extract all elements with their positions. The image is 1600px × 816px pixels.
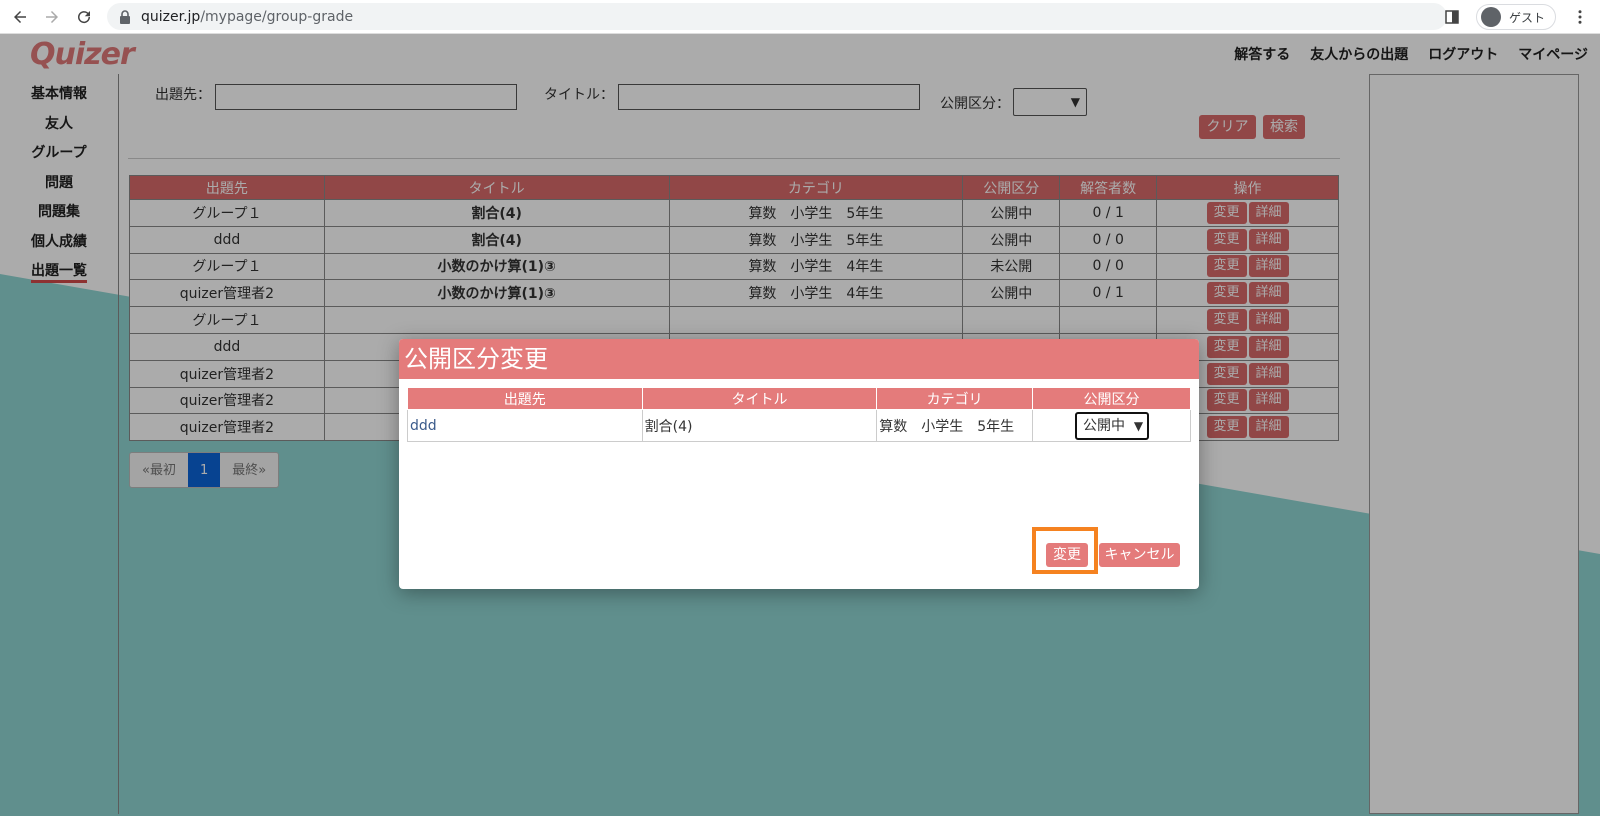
url-host: quizer.jp xyxy=(141,8,201,25)
modal-cell-title: 割合(4) xyxy=(641,409,878,442)
modal-table: 出題先 タイトル カテゴリ 公開区分 ddd 割合(4) 算数 小学生 5年生 … xyxy=(407,387,1191,442)
back-icon[interactable] xyxy=(4,1,36,33)
url-path: /mypage/group-grade xyxy=(200,8,354,25)
chevron-down-icon: ▼ xyxy=(1133,418,1144,433)
visibility-change-modal: 公開区分変更 出題先 タイトル カテゴリ 公開区分 ddd 割合(4) 算数 小… xyxy=(399,339,1199,589)
page: Quizer 解答する 友人からの出題 ログアウト マイページ 基本情報 友人 … xyxy=(0,34,1600,816)
address-bar[interactable]: quizer.jp/mypage/group-grade xyxy=(107,3,1447,30)
modal-cell-category: 算数 小学生 5年生 xyxy=(876,409,1034,442)
modal-visibility-value: 公開中 xyxy=(1083,417,1126,434)
profile-label: ゲスト xyxy=(1508,10,1545,25)
forward-icon[interactable] xyxy=(36,1,68,33)
lock-icon xyxy=(120,9,130,24)
modal-col-title: タイトル xyxy=(641,387,878,410)
modal-row: ddd 割合(4) 算数 小学生 5年生 公開中 ▼ xyxy=(407,409,1191,442)
reload-icon[interactable] xyxy=(68,1,100,33)
modal-cell-dest: ddd xyxy=(407,409,643,442)
modal-col-category: カテゴリ xyxy=(876,387,1034,410)
avatar xyxy=(1480,7,1501,27)
modal-cell-visibility: 公開中 ▼ xyxy=(1032,409,1191,442)
menu-kebab-icon[interactable] xyxy=(1564,1,1596,33)
confirm-change-button[interactable]: 変更 xyxy=(1046,543,1088,567)
modal-title: 公開区分変更 xyxy=(399,339,1199,379)
modal-col-dest: 出題先 xyxy=(407,387,643,410)
browser-toolbar: quizer.jp/mypage/group-grade ゲスト xyxy=(0,0,1600,34)
modal-header-row: 出題先 タイトル カテゴリ 公開区分 xyxy=(407,387,1191,410)
modal-visibility-select[interactable]: 公開中 ▼ xyxy=(1075,411,1150,440)
profile-button[interactable]: ゲスト xyxy=(1475,4,1556,30)
modal-col-visibility: 公開区分 xyxy=(1032,387,1191,410)
side-panel-icon[interactable] xyxy=(1436,1,1468,33)
cancel-button[interactable]: キャンセル xyxy=(1099,543,1180,567)
